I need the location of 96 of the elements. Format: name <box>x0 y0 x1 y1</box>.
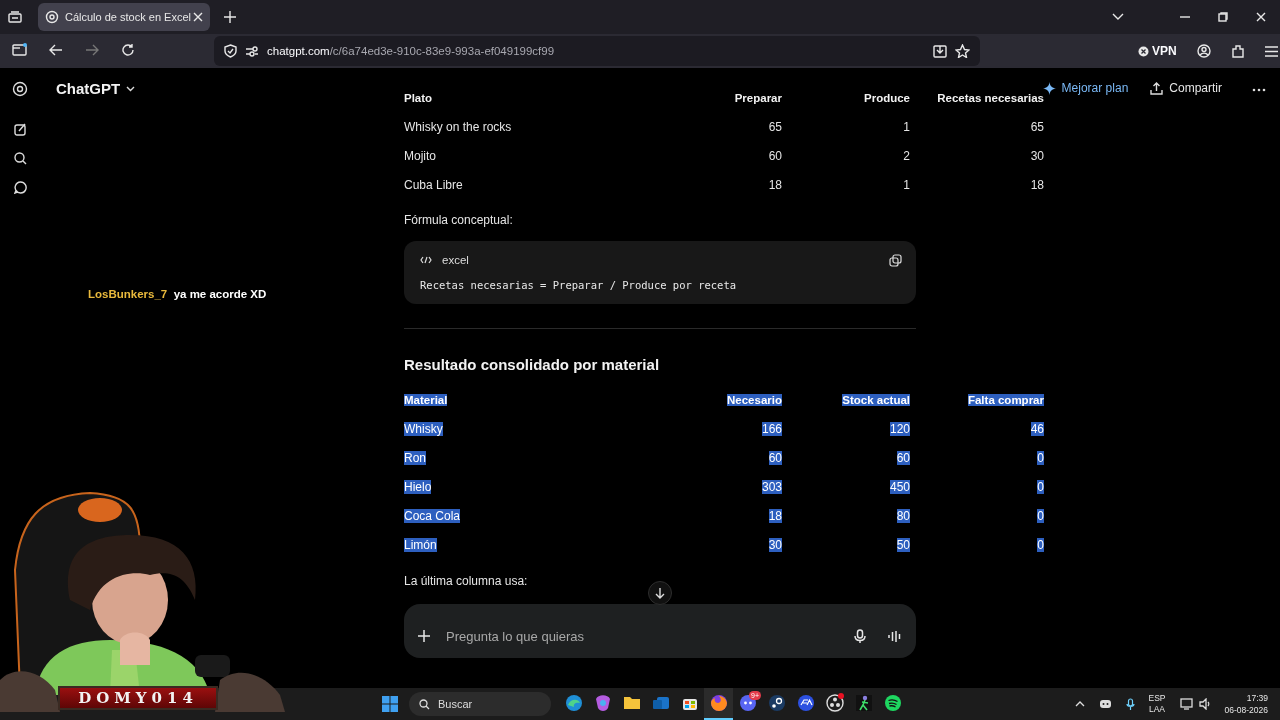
table-cell: 303 <box>761 479 782 494</box>
code-language: excel <box>442 254 469 266</box>
browser-tab[interactable]: Cálculo de stock en Excel <box>38 3 210 31</box>
forward-icon <box>85 43 99 56</box>
table-cell: Whisky <box>404 421 443 436</box>
table-cell: 30 <box>768 537 782 552</box>
search-icon[interactable] <box>13 152 27 165</box>
table-cell: Limón <box>404 537 437 552</box>
column-header: Produce <box>864 91 910 104</box>
table-cell: 120 <box>889 421 910 436</box>
column-header: Necesario <box>727 393 782 406</box>
recorder-icon <box>824 693 845 713</box>
search-field[interactable]: Buscar <box>409 692 551 716</box>
reload-icon[interactable] <box>121 43 134 56</box>
table-cell: 46 <box>1030 421 1044 436</box>
table-cell: 65 <box>768 119 782 134</box>
vpn-button[interactable]: VPN <box>1138 44 1177 58</box>
table-cell: 1 <box>903 119 910 134</box>
stream-chat-message: LosBunkers_7 ya me acorde XD <box>88 288 268 300</box>
account-icon[interactable] <box>1196 44 1211 58</box>
stick-figure-icon <box>853 693 874 713</box>
model-selector[interactable]: ChatGPT <box>56 80 136 97</box>
table-cell: Coca Cola <box>404 508 461 523</box>
start-icon[interactable] <box>381 695 399 713</box>
streamer-name-banner: DOMY014 <box>58 686 218 710</box>
table-cell: 65 <box>1030 119 1044 134</box>
upgrade-button[interactable]: Mejorar plan <box>1042 81 1129 95</box>
vpn-off-icon <box>1138 45 1149 57</box>
taskbar-app[interactable] <box>704 688 733 720</box>
network-icon[interactable] <box>1179 698 1193 710</box>
table-cell: 166 <box>761 421 782 436</box>
table-cell: 0 <box>1037 479 1044 494</box>
sidebar-icon[interactable] <box>12 43 27 56</box>
column-header: Recetas necesarias <box>937 91 1044 104</box>
chevron-down-icon <box>126 85 136 92</box>
column-header: Falta comprar <box>967 393 1044 406</box>
share-icon <box>1150 81 1164 95</box>
table-cell: 60 <box>768 148 782 163</box>
table-cell: 60 <box>896 450 910 465</box>
chat-bubble-icon[interactable] <box>13 181 27 194</box>
voice-wave-icon[interactable] <box>888 629 902 643</box>
code-line: Recetas necesarias = Preparar / Produce por receta <box>420 279 738 291</box>
table-cell: 60 <box>768 450 782 465</box>
share-button[interactable]: Compartir <box>1150 81 1222 95</box>
clock[interactable]: 17:39 06-08-2026 <box>1224 692 1268 716</box>
table-cell: Hielo <box>404 479 432 494</box>
column-header: Plato <box>404 91 433 104</box>
column-header: Stock actual <box>842 393 910 406</box>
menu-icon[interactable] <box>1264 45 1278 57</box>
table-cell: 18 <box>1030 177 1044 192</box>
new-tab-icon[interactable] <box>224 11 236 23</box>
table-cell: 30 <box>1030 148 1044 163</box>
paragraph: La última columna usa: <box>404 574 529 588</box>
table-cell: 18 <box>768 177 782 192</box>
arrow-down-icon <box>655 587 665 599</box>
extensions-icon[interactable] <box>1230 44 1245 58</box>
table-cell: 0 <box>1037 450 1044 465</box>
table-cell: Whisky on the rocks <box>404 119 512 134</box>
table-cell: 1 <box>903 177 910 192</box>
plus-icon[interactable] <box>418 630 430 642</box>
table-cell: 50 <box>896 537 910 552</box>
tab-list-icon[interactable] <box>8 11 22 23</box>
shield-icon <box>224 44 237 58</box>
restore-icon[interactable] <box>1218 12 1228 22</box>
table-cell: 0 <box>1037 508 1044 523</box>
chevron-down-icon[interactable] <box>1112 13 1124 21</box>
column-header: Preparar <box>734 91 782 104</box>
more-icon[interactable] <box>1252 88 1266 92</box>
table-cell: 80 <box>896 508 910 523</box>
section-heading: Resultado consolidado por material <box>404 356 661 373</box>
column-header: Material <box>404 393 448 406</box>
search-icon <box>419 698 430 710</box>
new-chat-icon[interactable] <box>13 123 27 136</box>
paragraph: Fórmula conceptual: <box>404 213 514 229</box>
table-cell: Cuba Libre <box>404 177 463 192</box>
microphone-icon[interactable] <box>1125 697 1135 711</box>
copy-icon[interactable] <box>889 253 902 267</box>
code-icon <box>420 256 432 264</box>
site-settings-icon[interactable] <box>245 45 259 57</box>
scroll-down-button[interactable] <box>648 581 672 605</box>
close-icon[interactable] <box>1256 12 1266 22</box>
language-indicator[interactable]: ESP LAA <box>1148 693 1166 715</box>
sparkle-icon <box>1042 81 1056 95</box>
table-cell: Ron <box>404 450 426 465</box>
table-cell: 18 <box>768 508 782 523</box>
bookmark-star-icon[interactable] <box>955 44 970 58</box>
save-page-icon[interactable] <box>933 44 947 58</box>
close-icon[interactable] <box>193 12 203 22</box>
microphone-icon[interactable] <box>854 628 866 644</box>
speaker-icon[interactable] <box>1198 698 1211 710</box>
chevron-up-icon[interactable] <box>1074 701 1085 707</box>
table-cell: Mojito <box>404 148 436 163</box>
table-cell: 450 <box>889 479 910 494</box>
back-icon[interactable] <box>49 43 63 56</box>
table-cell: 0 <box>1037 537 1044 552</box>
table-cell: 2 <box>903 148 910 163</box>
